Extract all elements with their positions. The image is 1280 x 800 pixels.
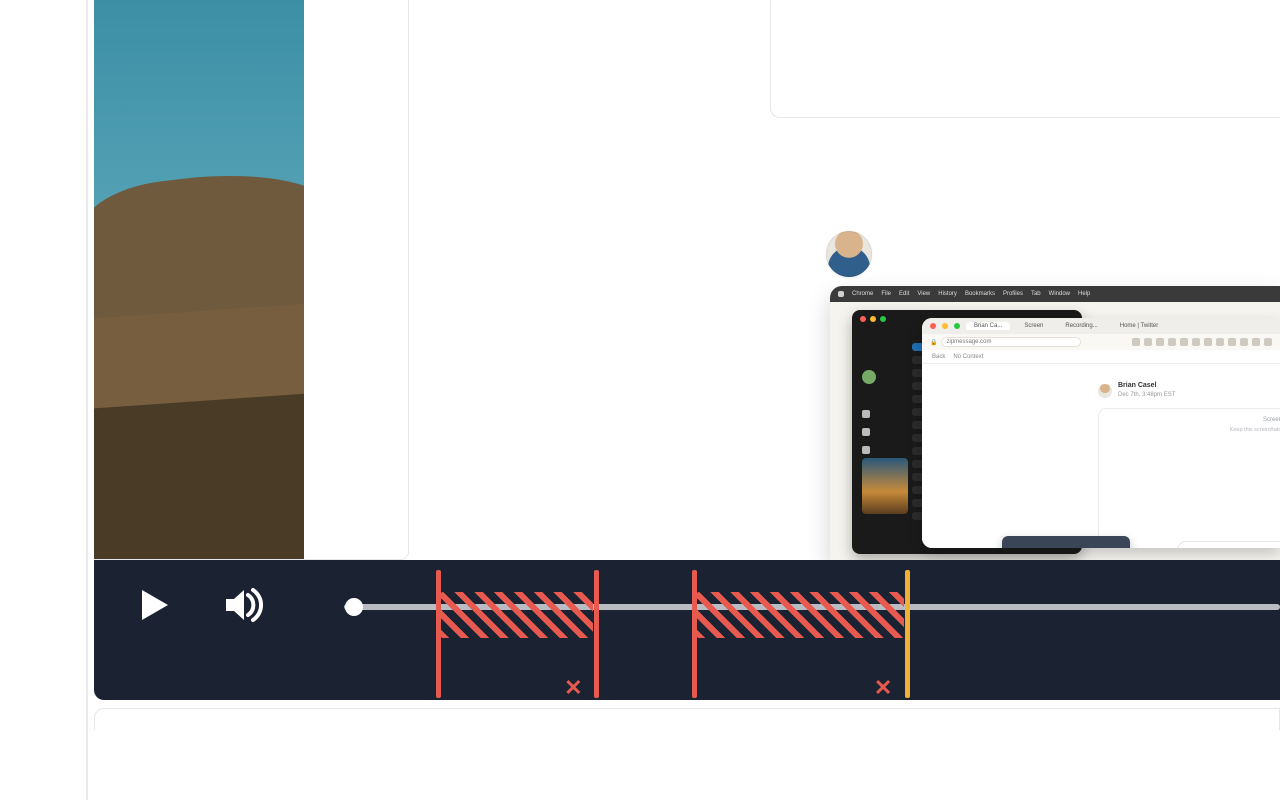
traffic-light-max-icon [954,323,960,329]
trim-region[interactable]: ✕ [692,570,910,698]
page-toolbar: Back No Context [922,350,1280,364]
volume-button[interactable] [224,587,264,623]
region-hatch [697,592,904,638]
delete-region-button[interactable]: ✕ [564,675,582,701]
menu-item: Bookmarks [965,291,995,297]
tab[interactable]: Brian Ca... [966,322,1010,330]
play-button[interactable] [140,588,170,622]
macos-menubar: Chrome File Edit View History Bookmarks … [830,286,1280,302]
tab[interactable]: Home | Twitter [1112,322,1166,330]
menu-item: Tab [1031,291,1041,297]
delete-region-button[interactable]: ✕ [874,675,892,701]
tab[interactable]: Screen [1016,322,1051,330]
tab[interactable]: Recording... [1057,322,1105,330]
top-right-card [770,0,1280,118]
traffic-light-close-icon [930,323,936,329]
desktop-wallpaper-thumbnail [862,458,908,514]
traffic-light-min-icon [942,323,948,329]
stage: Chrome File Edit View History Bookmarks … [0,0,1280,800]
page-content: Brian Casel Dec 7th, 3:48pm EST Screen.r… [922,364,1280,548]
left-media-card [94,0,409,560]
macos-window-mock: Chrome File Edit View History Bookmarks … [830,286,1280,560]
toolbar-item: Back [932,354,945,360]
menu-item: Window [1049,291,1070,297]
menu-item: View [917,291,930,297]
region-start-handle[interactable] [436,570,441,698]
editor-player-bar: ✕✕ [94,560,1280,700]
menu-item: File [881,291,891,297]
lock-icon: 🔒 [930,339,937,346]
message-avatar [1098,384,1112,398]
mountain-image [94,0,334,559]
below-card [94,708,1280,730]
address-bar: 🔒 zipmessage.com [922,334,1280,350]
menu-item: History [938,291,957,297]
menu-item: Edit [899,291,909,297]
playhead[interactable] [345,598,363,616]
message-timestamp: Dec 7th, 3:48pm EST [1118,392,1175,398]
avatar[interactable] [826,231,872,277]
message-card: Screen.re Keep this screen/tab o... [1098,408,1280,548]
share-hint-sub: Keep this screen/tab o... [1230,427,1280,433]
menu-item: Help [1078,291,1090,297]
menu-item: Profiles [1003,291,1023,297]
message-author: Brian Casel [1118,382,1157,389]
region-start-handle[interactable] [692,570,697,698]
chrome-window: Brian Ca... Screen Recording... Home | T… [922,318,1280,548]
share-hint-brand: Screen.re [1263,417,1280,423]
trim-region[interactable]: ✕ [436,570,599,698]
toolbar-item: No Context [953,354,983,360]
timeline[interactable]: ✕✕ [344,560,1280,650]
mini-avatar-icon [862,370,876,384]
url-field[interactable]: zipmessage.com [941,337,1081,347]
menu-item: Chrome [852,291,873,297]
apple-icon [838,291,844,297]
column-divider [86,0,88,800]
dark-tooltip [1002,536,1130,548]
region-end-handle[interactable] [594,570,599,698]
region-end-handle[interactable] [905,570,910,698]
extension-icon [1132,338,1140,346]
region-hatch [441,592,593,638]
record-pill[interactable] [1177,541,1280,548]
tab-strip: Brian Ca... Screen Recording... Home | T… [922,318,1280,334]
